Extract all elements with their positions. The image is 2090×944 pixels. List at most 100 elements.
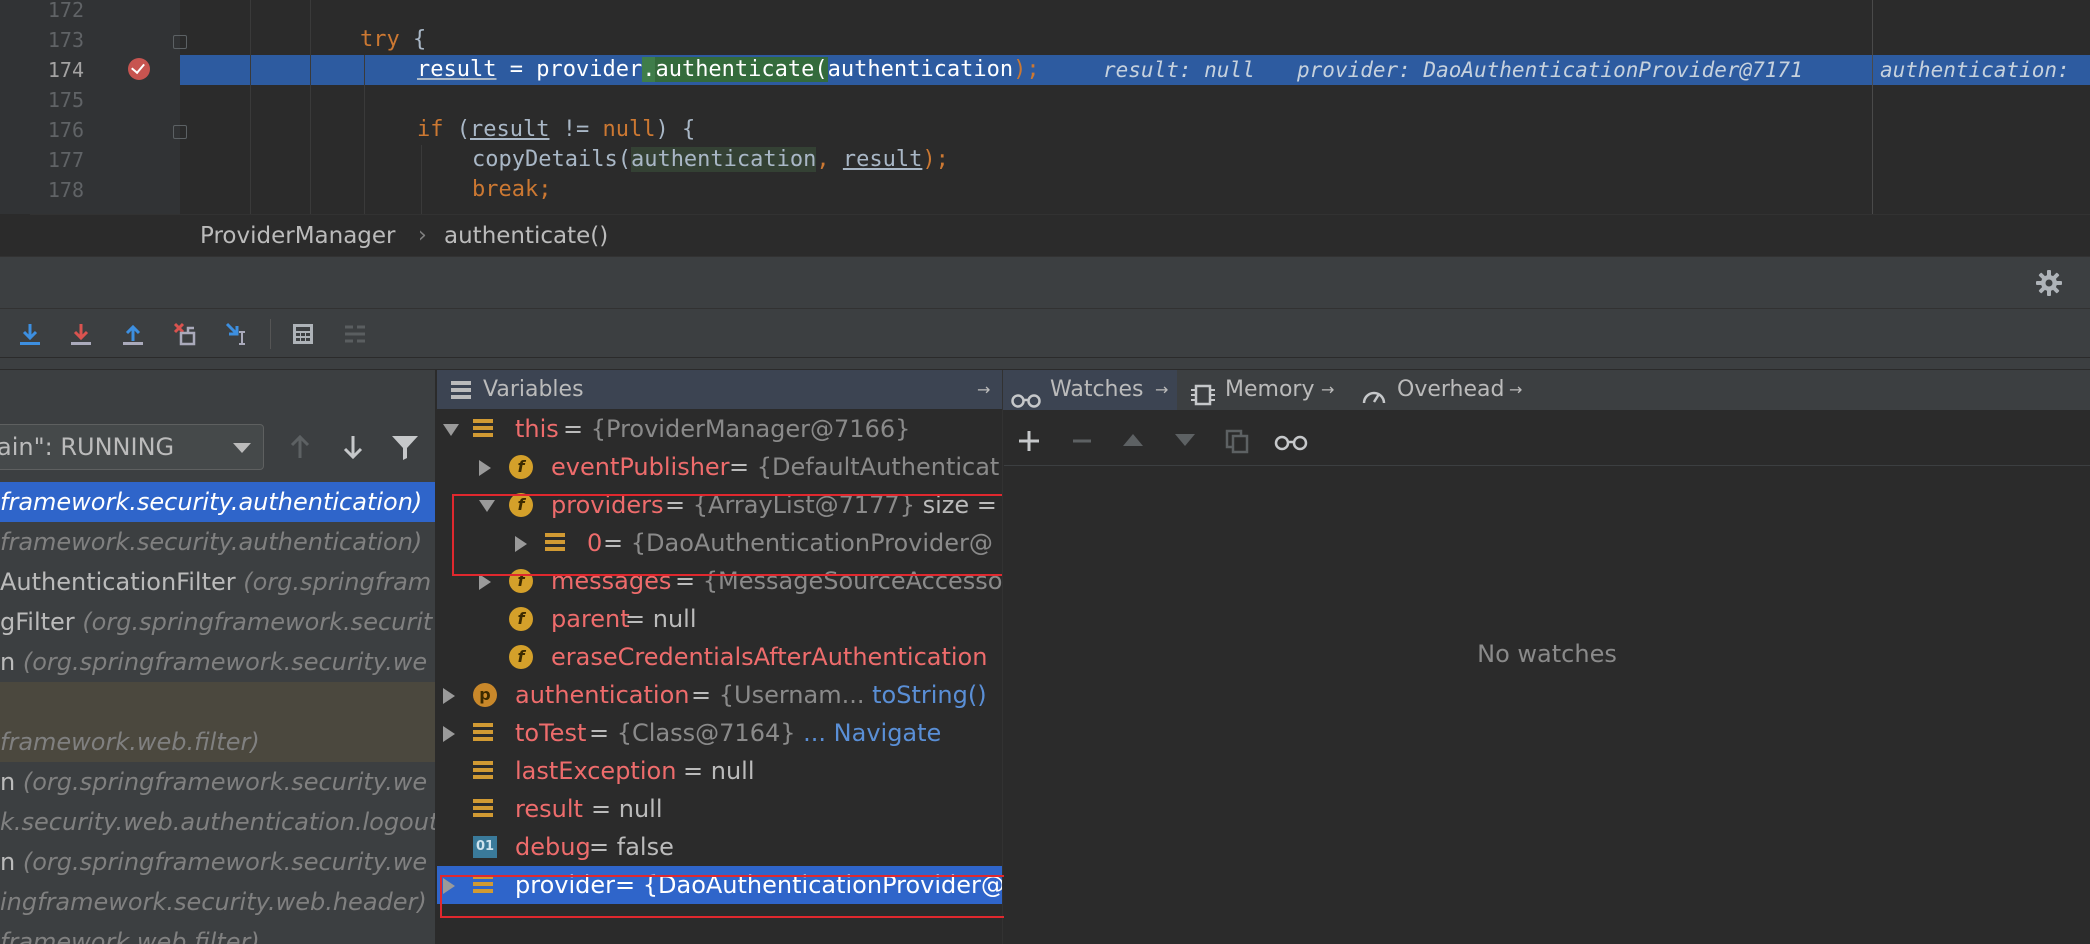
tostring-link[interactable]: toString() [872,681,986,709]
run-to-cursor-icon[interactable] [221,317,255,351]
breadcrumb-class[interactable]: ProviderManager [200,215,396,257]
list-icon [451,380,471,404]
variable-name: toTest [515,719,587,747]
expand-arrow-icon[interactable] [443,726,455,742]
variable-row-debug[interactable]: 01 debug = false [437,828,1002,866]
gear-icon[interactable] [2035,269,2063,301]
frame-item[interactable]: ingframework.security.web.header) [0,882,435,922]
variable-row-authentication[interactable]: p authentication = {Usernam... toString(… [437,676,1002,714]
glasses-icon[interactable] [1274,433,1308,455]
frame-item[interactable]: framework.security.authentication) [0,482,435,522]
add-icon[interactable] [1016,428,1042,458]
code-line-177: 177 copyDetails(authentication, result); [0,145,2090,175]
code-text: copyDetails(authentication, result); [472,145,949,175]
code-line-174: 174 result = provider.authenticate(authe… [0,55,2090,85]
variable-eq: = [563,415,591,443]
variable-name: this [515,415,559,443]
frame-package: (org.springframework.security.we [22,848,428,876]
fold-marker-icon[interactable] [173,35,187,49]
variable-value: = null [591,795,663,823]
field-list-icon [473,799,493,819]
duplicate-icon [1224,428,1250,458]
frame-item[interactable]: framework.security.authentication) [0,522,435,562]
field-list-icon [473,723,493,743]
code-op: != [549,117,603,142]
tab-overhead[interactable]: Overhead → [1355,370,1535,410]
debug-tabs: Watches → Memory → Overhead → [1003,370,2090,410]
variable-name: eventPublisher [551,453,730,481]
frame-item-library[interactable] [0,682,435,722]
pin-icon[interactable]: → [1321,370,1334,410]
keyword-null: null [602,117,656,142]
code-op: = [496,57,537,82]
code-var-result: result [470,117,550,142]
code-paren-close: ) { [655,117,696,142]
code-var-result: result [417,57,497,82]
step-out-icon[interactable] [116,317,150,351]
collapse-arrow-icon[interactable] [443,424,459,436]
variable-name: result [515,795,583,823]
frame-item[interactable]: n (org.springframework.security.we [0,642,435,682]
code-line-172: 172 [0,0,2090,25]
pin-icon[interactable]: → [1509,370,1522,410]
variable-value: = false [589,833,674,861]
debug-toolbar-gap [0,358,2090,370]
variable-row-parent[interactable]: f parent = null [437,600,1002,638]
line-number: 176 [47,118,84,142]
chevron-down-icon [233,443,251,453]
variable-row-erasecredentials[interactable]: f eraseCredentialsAfterAuthentication [437,638,1002,676]
code-dot: . [642,57,656,82]
boolean-icon: 01 [473,836,497,858]
variable-row-totest[interactable]: toTest = {Class@7164} ... Navigate [437,714,1002,752]
navigate-link[interactable]: ... Navigate [796,719,941,747]
line-number: 178 [47,178,84,202]
debug-toolbar [0,308,2090,358]
right-margin-guide [1872,0,1873,214]
tab-watches[interactable]: Watches → [1003,370,1177,410]
evaluate-expression-icon[interactable] [286,317,320,351]
fold-marker-icon[interactable] [173,125,187,139]
code-line-173: 173 try { [0,25,2090,55]
variable-row-result[interactable]: result = null [437,790,1002,828]
step-into-icon[interactable] [13,317,47,351]
frame-item[interactable]: n (org.springframework.security.we [0,842,435,882]
arrow-down-icon[interactable] [339,432,367,466]
move-down-icon [1172,430,1198,454]
thread-selector[interactable]: ain": RUNNING [0,424,264,470]
frame-item[interactable]: framework.web.filter) [0,922,435,944]
filter-icon[interactable] [390,433,420,465]
variable-name: eraseCredentialsAfterAuthentication [551,643,988,671]
code-editor[interactable]: 172 173 try { 174 result = provider.auth… [0,0,2090,214]
code-line-178: 178 break; [0,175,2090,205]
watches-empty-text: No watches [1477,640,1617,668]
variable-row-this[interactable]: this = {ProviderManager@7166} [437,410,1002,448]
variable-row-lastexception[interactable]: lastException = null [437,752,1002,790]
frame-item[interactable]: k.security.web.authentication.logout [0,802,435,842]
expand-arrow-icon[interactable] [479,460,491,476]
frame-package: (org.springframework.security.we [22,648,428,676]
tab-memory[interactable]: Memory → [1183,370,1351,410]
code-line-175: 175 [0,85,2090,115]
breadcrumb-method[interactable]: authenticate() [444,215,608,257]
thread-selector-value: ain": RUNNING [0,433,175,461]
breakpoint-icon[interactable] [128,58,150,80]
pin-icon[interactable]: → [1155,370,1168,410]
parameter-icon: p [473,683,497,707]
expand-arrow-icon[interactable] [479,574,491,590]
frame-package: framework.web.filter) [0,728,260,756]
pin-icon[interactable]: → [977,370,990,410]
force-step-into-icon[interactable] [64,317,98,351]
frame-item-library[interactable]: framework.web.filter) [0,722,435,762]
variable-name: parent [551,605,630,633]
frame-item[interactable]: AuthenticationFilter (org.springfram [0,562,435,602]
code-paren-close: ); [922,147,949,172]
drop-frame-icon[interactable] [168,317,202,351]
frame-item[interactable]: n (org.springframework.security.we [0,762,435,802]
code-paren-close: ); [1013,57,1040,82]
code-text: try { [360,25,426,55]
move-up-icon [1120,430,1146,454]
expand-arrow-icon[interactable] [443,688,455,704]
variable-name: lastException [515,757,677,785]
frame-item[interactable]: gFilter (org.springframework.securit [0,602,435,642]
variable-row-eventpublisher[interactable]: f eventPublisher = {DefaultAuthenticat [437,448,1002,486]
